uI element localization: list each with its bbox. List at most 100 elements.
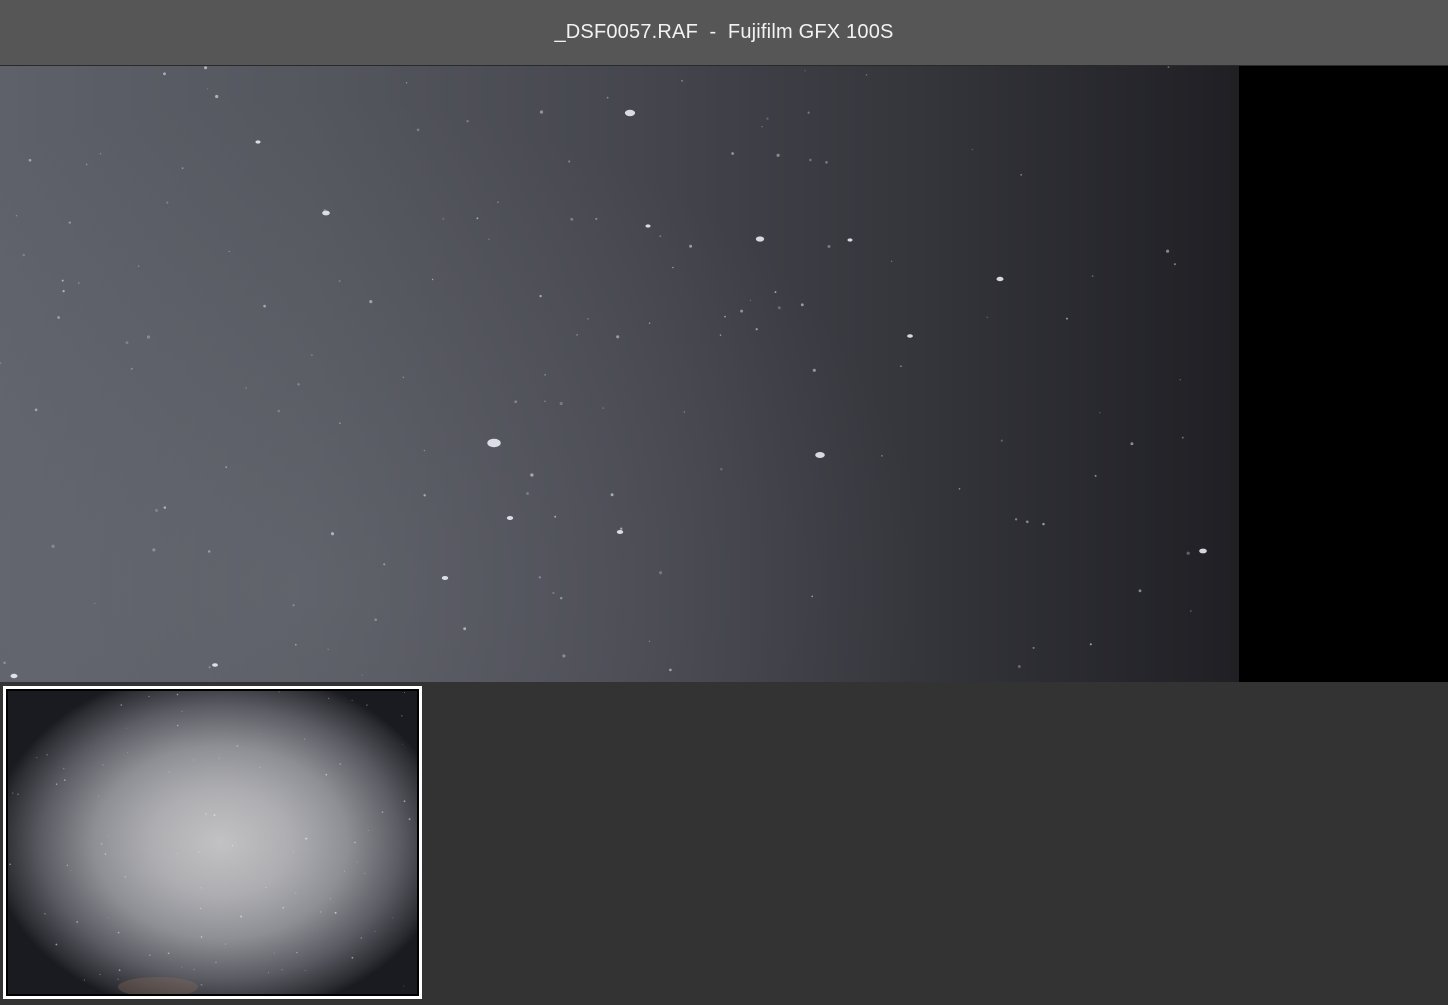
thumbnail-star <box>351 699 353 701</box>
thumbnail-star <box>9 863 11 866</box>
thumbnail-star <box>339 763 342 765</box>
star <box>971 148 974 151</box>
star <box>166 201 169 204</box>
star <box>1189 610 1192 612</box>
star <box>1181 436 1184 439</box>
star <box>294 643 297 646</box>
star <box>476 217 479 220</box>
star <box>1065 317 1069 320</box>
thumbnail-star <box>367 829 369 832</box>
thumbnail-star <box>120 704 123 706</box>
star <box>1091 275 1094 277</box>
thumbnail-star <box>17 793 19 795</box>
star <box>720 468 723 471</box>
star <box>616 335 620 339</box>
star <box>292 604 295 607</box>
thumbnail-star <box>83 979 85 981</box>
star <box>263 304 266 308</box>
star <box>559 401 563 406</box>
thumbnail-star <box>66 864 69 867</box>
star <box>562 654 566 658</box>
star <box>669 668 672 672</box>
star <box>815 452 825 458</box>
star <box>1186 551 1190 555</box>
thumbnail-star <box>215 961 217 964</box>
star <box>3 661 6 665</box>
star <box>62 289 65 293</box>
star <box>1025 520 1029 524</box>
thumbnail-star <box>231 844 234 847</box>
star <box>648 640 651 642</box>
main-photo[interactable] <box>0 66 1239 682</box>
star <box>99 152 102 155</box>
thumbnail-star <box>259 766 261 769</box>
star <box>1032 646 1035 649</box>
star <box>530 473 534 477</box>
thumbnail-star <box>176 724 179 727</box>
thumbnail-selected[interactable] <box>3 686 422 999</box>
thumbnail-star <box>200 907 202 910</box>
thumbnail-star <box>304 970 306 971</box>
thumbnail-star <box>403 985 405 987</box>
star <box>383 563 386 566</box>
thumbnail-star <box>268 972 270 974</box>
star <box>809 158 812 162</box>
star <box>0 362 2 365</box>
star <box>154 508 159 512</box>
thumbnail-star <box>402 743 404 745</box>
title-bar[interactable]: _DSF0057.RAF - Fujifilm GFX 100S <box>0 0 1448 66</box>
star <box>488 238 490 240</box>
thumbnail-star <box>265 886 267 889</box>
star <box>616 530 624 534</box>
star <box>1000 439 1003 442</box>
star <box>146 335 151 339</box>
star <box>327 648 329 651</box>
thumbnail-star <box>11 792 14 794</box>
app-window: _DSF0057.RAF - Fujifilm GFX 100S <box>0 0 1448 1005</box>
star <box>958 487 961 490</box>
star <box>463 627 467 631</box>
thumbnail-star <box>381 811 384 813</box>
star <box>683 411 686 413</box>
star <box>28 158 32 162</box>
star <box>570 217 574 221</box>
star <box>1173 263 1176 266</box>
thumbnail-star <box>295 892 297 894</box>
thumbnail-star <box>236 745 239 747</box>
thumbnail-star <box>100 842 103 845</box>
star <box>1179 379 1181 381</box>
star <box>719 334 722 336</box>
star <box>1094 474 1097 477</box>
thumbnail-star <box>351 956 354 959</box>
star <box>506 516 514 520</box>
thumbnail-image <box>8 691 417 994</box>
thumbnail-star <box>281 969 283 971</box>
star <box>1089 643 1092 646</box>
star <box>749 299 752 302</box>
thumbnail-star <box>408 818 411 821</box>
star <box>1014 518 1018 521</box>
thumbnail-star <box>325 773 328 776</box>
thumbnail-star <box>392 917 394 919</box>
star <box>659 571 663 575</box>
star <box>1020 173 1023 176</box>
thumbnail-horizon-glow <box>118 977 198 994</box>
thumbnail-star <box>305 837 308 840</box>
thumbnail-star <box>404 692 405 693</box>
star <box>311 354 313 356</box>
star <box>900 365 902 368</box>
thumbnail-star <box>97 795 99 797</box>
thumbnail-star <box>55 943 58 946</box>
thumbnail-star <box>354 841 356 844</box>
thumbnail-star <box>46 753 48 756</box>
star <box>369 300 373 304</box>
thumbnail-star <box>400 715 403 717</box>
thumbnail-star <box>148 695 150 698</box>
star <box>405 82 408 84</box>
image-viewer[interactable] <box>0 66 1448 682</box>
thumbnail-star <box>107 835 109 837</box>
star <box>77 282 80 284</box>
star <box>559 596 563 600</box>
thumbnail-star <box>356 861 358 863</box>
star <box>986 316 988 319</box>
